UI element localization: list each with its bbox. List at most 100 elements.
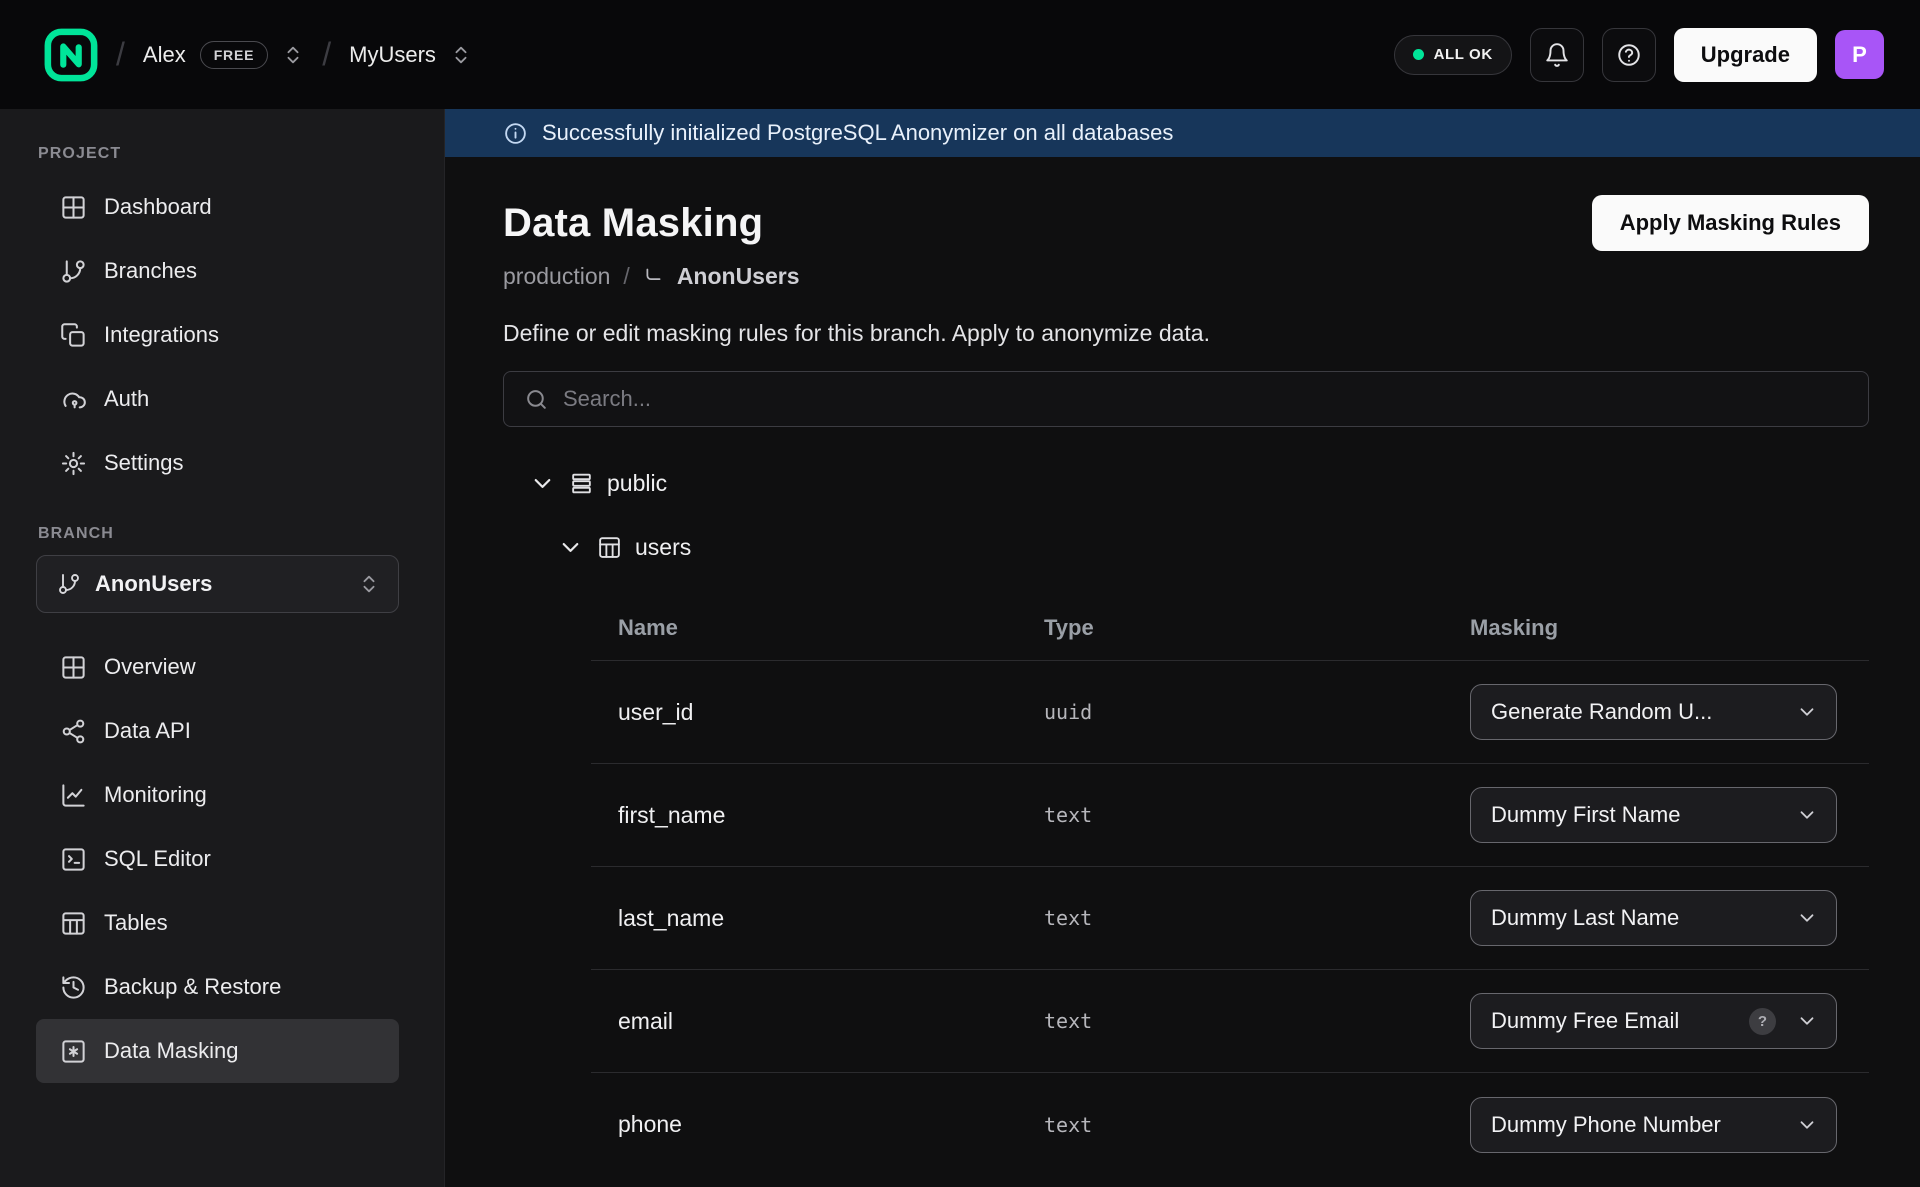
search-box — [503, 371, 1869, 427]
overview-icon — [60, 654, 87, 681]
app-root: / Alex FREE / MyUsers ALL OK — [0, 0, 1920, 1187]
data-api-icon — [60, 718, 87, 745]
masking-select-value: Dummy First Name — [1491, 802, 1788, 828]
project-breadcrumb[interactable]: MyUsers — [349, 42, 472, 68]
status-pill[interactable]: ALL OK — [1394, 35, 1512, 75]
table-icon — [597, 535, 622, 560]
sidebar-item-label: Monitoring — [104, 782, 207, 808]
sidebar-item-sql-editor[interactable]: SQL Editor — [36, 827, 399, 891]
app-shell: PROJECT Dashboard Branches Integrations — [0, 109, 1920, 1187]
sidebar-item-label: Overview — [104, 654, 196, 680]
page-description: Define or edit masking rules for this br… — [503, 320, 1869, 347]
org-breadcrumb[interactable]: Alex FREE — [143, 41, 304, 69]
masking-select[interactable]: Dummy Phone Number — [1470, 1097, 1837, 1153]
column-header-type: Type — [1044, 615, 1470, 641]
neon-logo-icon[interactable] — [44, 28, 98, 82]
child-branch-icon — [643, 266, 664, 287]
column-name: phone — [618, 1111, 1044, 1138]
git-branch-icon — [57, 572, 81, 596]
table-row: last_name text Dummy Last Name — [591, 867, 1869, 970]
header-actions: ALL OK Upgrade P — [1394, 28, 1884, 82]
schema-tree: public users — [503, 463, 1869, 567]
sidebar-item-tables[interactable]: Tables — [36, 891, 399, 955]
column-name: user_id — [618, 699, 1044, 726]
sidebar-item-label: Backup & Restore — [104, 974, 281, 1000]
table-node-users[interactable]: users — [503, 527, 1869, 567]
notifications-button[interactable] — [1530, 28, 1584, 82]
column-name: first_name — [618, 802, 1044, 829]
avatar[interactable]: P — [1835, 30, 1884, 79]
history-icon — [60, 974, 87, 1001]
parent-branch-crumb[interactable]: production — [503, 263, 610, 290]
git-branch-icon — [60, 258, 87, 285]
sidebar-item-label: Settings — [104, 450, 184, 476]
page-title: Data Masking — [503, 201, 763, 246]
search-input[interactable] — [563, 386, 1848, 412]
table-row: user_id uuid Generate Random U... — [591, 661, 1869, 764]
info-icon — [503, 121, 528, 146]
status-text: ALL OK — [1434, 46, 1493, 63]
branch-selector[interactable]: AnonUsers — [36, 555, 399, 613]
search-icon — [524, 387, 549, 412]
masking-select[interactable]: Generate Random U... — [1470, 684, 1837, 740]
chevron-down-icon — [1796, 907, 1818, 929]
sidebar-item-data-masking[interactable]: Data Masking — [36, 1019, 399, 1083]
masking-select-value: Dummy Last Name — [1491, 905, 1788, 931]
data-masking-icon — [60, 1038, 87, 1065]
masking-table: Name Type Masking user_id uuid Generate … — [591, 595, 1869, 1176]
monitoring-chart-icon — [60, 782, 87, 809]
table-row: first_name text Dummy First Name — [591, 764, 1869, 867]
masking-select[interactable]: Dummy Last Name — [1470, 890, 1837, 946]
help-icon[interactable]: ? — [1749, 1008, 1776, 1035]
sidebar-item-settings[interactable]: Settings — [36, 431, 399, 495]
chevrons-up-down-icon[interactable] — [450, 44, 472, 66]
apply-masking-rules-button[interactable]: Apply Masking Rules — [1592, 195, 1869, 251]
sql-editor-icon — [60, 846, 87, 873]
sidebar: PROJECT Dashboard Branches Integrations — [0, 109, 445, 1187]
column-type: uuid — [1044, 700, 1470, 724]
sidebar-item-dashboard[interactable]: Dashboard — [36, 175, 399, 239]
dashboard-icon — [60, 194, 87, 221]
table-header-row: Name Type Masking — [591, 595, 1869, 661]
sidebar-item-data-api[interactable]: Data API — [36, 699, 399, 763]
upgrade-button[interactable]: Upgrade — [1674, 28, 1817, 82]
breadcrumb-separator: / — [322, 36, 331, 73]
sidebar-item-monitoring[interactable]: Monitoring — [36, 763, 399, 827]
help-button[interactable] — [1602, 28, 1656, 82]
selected-branch-name: AnonUsers — [95, 571, 344, 597]
sidebar-item-label: Branches — [104, 258, 197, 284]
title-row: Data Masking Apply Masking Rules — [503, 195, 1869, 251]
chevron-down-icon — [1796, 804, 1818, 826]
sidebar-item-label: Tables — [104, 910, 168, 936]
auth-cloud-icon — [60, 386, 87, 413]
project-section-label: PROJECT — [38, 145, 399, 163]
plan-badge: FREE — [200, 41, 269, 69]
sidebar-item-auth[interactable]: Auth — [36, 367, 399, 431]
bell-icon — [1544, 42, 1570, 68]
org-name: Alex — [143, 42, 186, 68]
column-name: last_name — [618, 905, 1044, 932]
main-content: Successfully initialized PostgreSQL Anon… — [445, 109, 1920, 1187]
integrations-icon — [60, 322, 87, 349]
sidebar-item-label: Data API — [104, 718, 191, 744]
help-circle-icon — [1616, 42, 1642, 68]
column-type: text — [1044, 1009, 1470, 1033]
column-header-masking: Masking — [1470, 615, 1869, 641]
chevron-down-icon — [1796, 1114, 1818, 1136]
sidebar-item-backup-restore[interactable]: Backup & Restore — [36, 955, 399, 1019]
masking-select[interactable]: Dummy First Name — [1470, 787, 1837, 843]
masking-select[interactable]: Dummy Free Email ? — [1470, 993, 1837, 1049]
sidebar-item-overview[interactable]: Overview — [36, 635, 399, 699]
chevron-down-icon — [1796, 701, 1818, 723]
sidebar-item-branches[interactable]: Branches — [36, 239, 399, 303]
table-row: email text Dummy Free Email ? — [591, 970, 1869, 1073]
sidebar-item-label: Dashboard — [104, 194, 212, 220]
masking-select-value: Dummy Free Email — [1491, 1008, 1749, 1034]
sidebar-item-integrations[interactable]: Integrations — [36, 303, 399, 367]
chevrons-up-down-icon[interactable] — [282, 44, 304, 66]
schema-node-public[interactable]: public — [503, 463, 1869, 503]
current-branch-crumb[interactable]: AnonUsers — [677, 263, 800, 290]
banner-message: Successfully initialized PostgreSQL Anon… — [542, 120, 1173, 146]
breadcrumb: production / AnonUsers — [503, 263, 1869, 290]
column-type: text — [1044, 803, 1470, 827]
